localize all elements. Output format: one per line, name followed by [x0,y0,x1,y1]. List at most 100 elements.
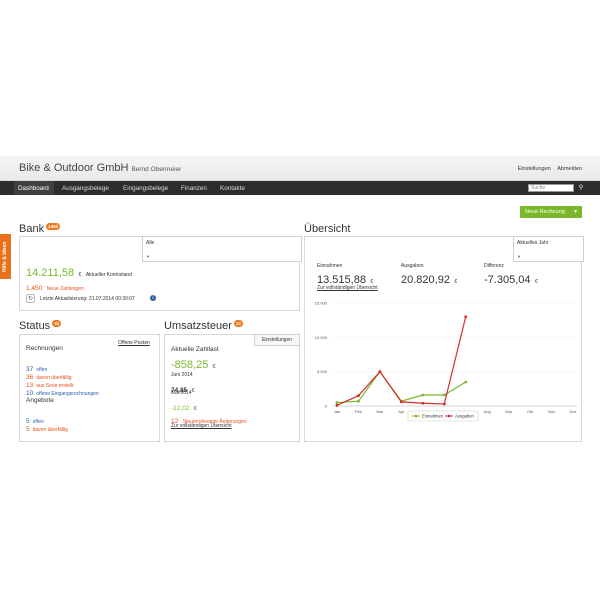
x-tick-label: Mar [376,409,384,414]
x-tick-label: Sep [505,409,513,414]
nav-kontakte[interactable]: Kontakte [220,185,245,192]
open-items-link[interactable]: Offene Posten [118,340,150,346]
expense-label: Ausgaben [401,263,424,269]
legend-label: Einnahmen [422,414,444,419]
series-point-einnahmen [442,393,446,397]
income-label: Einnahmen [317,263,343,269]
bank-balance-label: Aktueller Kontostand [85,272,132,278]
tax-full-view-link[interactable]: Zur vollständigen Übersicht [171,423,232,429]
tax-current-value: -858,25 [171,359,209,371]
tax-title-text: Umsatzsteuer [164,320,232,332]
series-point-ausgaben [421,401,425,405]
search-input[interactable]: Suche [528,184,574,192]
series-point-ausgaben [464,315,468,319]
series-point-ausgaben [357,394,360,398]
status-title-text: Status [19,320,51,332]
bank-title-text: Bank [19,223,45,235]
series-point-ausgaben [399,400,403,404]
x-tick-label: Apr [398,409,405,414]
status-title: Status 41 [19,320,62,332]
owner-name: Bernd Obermeier [131,166,182,173]
legend-label: Ausgaben [455,414,475,419]
overview-filter-select[interactable]: Aktuelles Jahr ▼ [513,236,584,262]
offer-status-label: davon überfällig [32,427,68,433]
y-tick-label: 5.000 [317,369,328,374]
y-tick-label: 0 [325,404,328,409]
bank-new-label: Neue Zahlungen [46,286,84,292]
bank-filter-value: Alle [146,240,155,246]
legend-marker [414,414,418,418]
chevron-down-icon: ▼ [517,254,521,259]
offer-status-count: 5 [26,426,30,433]
expense-currency: € [454,279,458,285]
company-title: Bike & Outdoor GmbH Bernd Obermeier [19,162,181,174]
nav-dashboard[interactable]: Dashboard [18,185,49,192]
refresh-icon[interactable]: ↻ [26,294,35,303]
series-line-ausgaben [336,316,467,406]
diff-label: Differenz [484,263,504,269]
offers-heading: Angebote [26,397,54,404]
invoice-status-count: 10 [26,390,34,397]
settings-link[interactable]: Einstellungen [518,166,551,172]
tax-settings-tab[interactable]: Einstellungen [254,334,300,346]
x-tick-label: Okt [527,409,534,414]
x-tick-label: Feb [355,409,363,414]
overview-panel: Aktuelles Jahr ▼ Einnahmen 13.515,88 € A… [304,236,584,442]
logout-link[interactable]: Abmelden [557,166,582,172]
chevron-down-icon: ▼ [146,254,150,259]
series-point-ausgaben [378,370,382,374]
expense-row: 20.820,92 € [401,270,457,288]
series-point-einnahmen [357,399,360,403]
y-tick-label: 10.000 [315,335,328,340]
x-tick-label: Dez [569,409,576,414]
header-links: Einstellungen Abmelden [513,166,582,172]
app-header: Bike & Outdoor GmbH Bernd Obermeier Einst… [0,156,600,181]
search-icon[interactable]: ⚲ [576,184,586,192]
series-point-ausgaben [335,403,339,407]
status-badge: 41 [52,320,62,327]
y-tick-label: 15.000 [315,301,328,306]
status-panel: Rechnungen Offene Posten 37 offen 36 davon … [19,334,160,442]
series-point-einnahmen [464,380,468,384]
series-point-einnahmen [335,401,339,404]
tax-panel: Einstellungen Aktuelle Zahllast -858,25 … [164,334,300,442]
tax-june-currency: € [191,388,195,394]
series-point-einnahmen [421,393,425,397]
overview-line-chart: 05.00010.00015.000JanFebMarAprMaiJunJulA… [315,301,577,422]
chevron-down-icon: ▼ [573,209,578,215]
bank-last-update: Letzte Aktualisierung: 31.07.2014 00:30:… [40,296,135,302]
nav-finanzen[interactable]: Finanzen [181,185,207,192]
overview-filter-value: Aktuelles Jahr [517,240,549,246]
invoices-heading: Rechnungen [26,345,63,352]
new-invoice-button[interactable]: Neue Rechnung ▼ [520,206,582,218]
info-icon[interactable]: i [150,295,156,301]
bank-title: Bank 1450 [19,223,61,235]
x-tick-label: Aug [484,409,491,414]
main-nav: Dashboard Ausgangsbelege Eingangsbelege … [0,181,600,195]
tax-badge: 12 [233,320,243,327]
tax-june-label: Juni 2014 [171,372,193,378]
x-tick-label: Jan [334,409,340,414]
series-line-einnahmen [336,370,467,404]
bank-new-payments: 1.450 Neue Zahlungen [26,277,84,295]
overview-title: Übersicht [304,223,351,235]
company-name: Bike & Outdoor GmbH [19,162,129,174]
bank-filter-select[interactable]: Alle ▼ [142,236,302,262]
tax-may-label: Mai 2014 [171,390,192,396]
diff-value: -7.305,04 [484,274,531,286]
offer-status-row[interactable]: 5 davon überfällig [26,418,68,436]
overview-full-view-link[interactable]: Zur vollständigen Übersicht [317,285,378,291]
nav-eingangsbelege[interactable]: Eingangsbelege [123,185,168,192]
x-tick-label: Nov [548,409,555,414]
bank-badge: 1450 [46,223,61,230]
app-window: Bike & Outdoor GmbH Bernd Obermeier Einst… [0,156,600,446]
bank-panel: Alle ▼ 14.211,58 € Aktueller Kontostand … [19,236,302,311]
diff-row: -7.305,04 € [484,270,538,288]
tax-currency: € [212,364,216,370]
help-ideas-tab[interactable]: Hilfe & Ideen [0,234,11,279]
diff-currency: € [534,279,538,285]
nav-ausgangsbelege[interactable]: Ausgangsbelege [62,185,109,192]
tax-current-row: -858,25 € [171,355,216,373]
legend-marker [447,414,451,418]
tax-current-label: Aktuelle Zahllast [171,346,219,353]
